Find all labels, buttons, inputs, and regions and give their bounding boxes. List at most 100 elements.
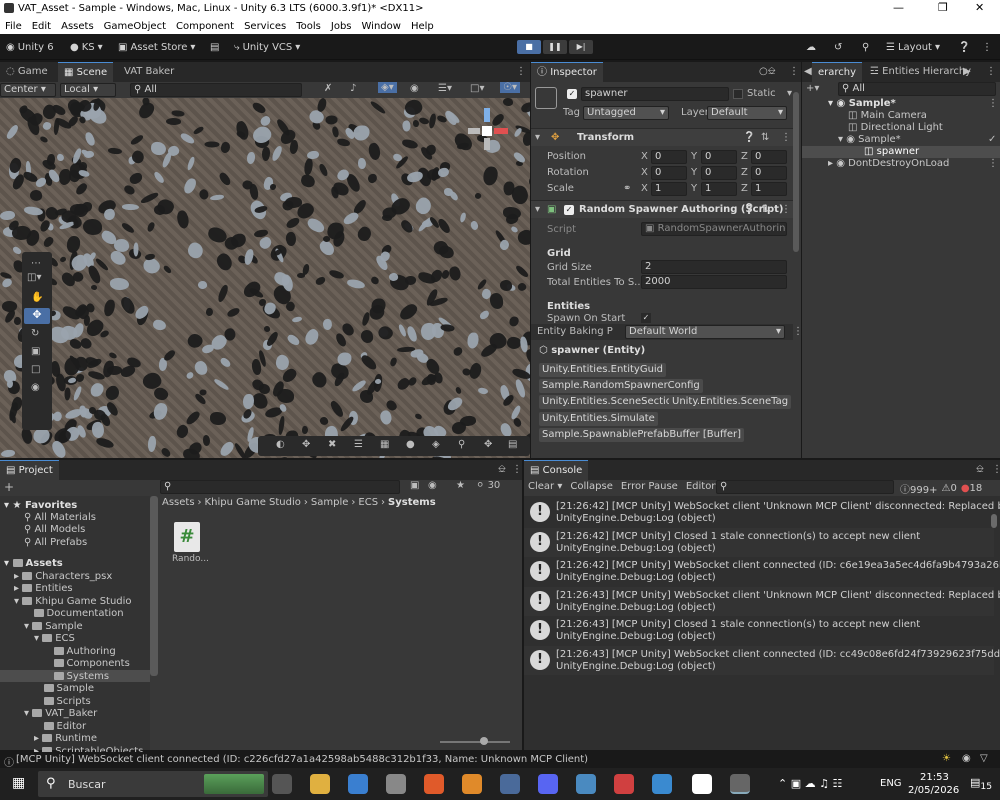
hand-tool-icon[interactable]: ✋ (31, 292, 43, 303)
asset-folder-item[interactable]: Documentation (24, 608, 124, 619)
clear-button[interactable]: Clear ▾ (528, 481, 562, 492)
scene-item-sample[interactable]: ▾ ◉ Sample* (828, 98, 896, 109)
inspector-scrollbar[interactable] (793, 92, 799, 252)
fav-all-materials[interactable]: ⚲ All Materials (24, 512, 96, 523)
console-log-entry[interactable]: ! [21:26:42] [MCP Unity] WebSocket client… (524, 498, 1000, 527)
collab-icon[interactable]: ▽ (980, 753, 988, 764)
entity-component-tag[interactable]: Unity.Entities.Simulate (539, 412, 658, 426)
menu-assets[interactable]: Assets (61, 21, 94, 32)
script-component-header[interactable]: ▾ ▣ ✓ Random Spawner Authoring (Script) … (531, 200, 793, 218)
script-field[interactable]: ▣ RandomSpawnerAuthoring (641, 222, 787, 236)
task-view-icon[interactable] (272, 774, 292, 794)
add-icon[interactable]: +▾ (806, 83, 819, 94)
align-icon[interactable]: ☰ (354, 439, 363, 450)
console-search-input[interactable]: ⚲ (716, 480, 894, 494)
menu-file[interactable]: File (5, 21, 22, 32)
entity-component-tag[interactable]: Unity.Entities.EntityGuid (539, 363, 667, 377)
view-options-icon[interactable]: ⋯ (31, 258, 41, 269)
transform-tool-icon[interactable]: ◉ (31, 382, 40, 393)
cloud-icon[interactable]: ☁ (806, 39, 816, 55)
asset-folder-item[interactable]: ▸ Runtime (34, 733, 97, 744)
taskbar-search-box[interactable]: ⚲ Buscar (38, 771, 268, 797)
history-icon[interactable]: ↺ (834, 39, 842, 55)
menu-edit[interactable]: Edit (32, 21, 51, 32)
dontdestroy-menu-icon[interactable]: ⋮ (988, 158, 998, 169)
total-entities-field[interactable]: 2000 (641, 275, 787, 289)
breadcrumb-sample[interactable]: Sample (311, 497, 349, 508)
package-icon[interactable]: ▤ (210, 39, 219, 55)
lock-icon[interactable]: ○⎒ (753, 62, 782, 82)
asset-folder-item[interactable]: Editor (34, 721, 86, 732)
windows-start-icon[interactable]: ▦ (12, 775, 25, 791)
favorites-header[interactable]: ▾ ★ Favorites (4, 500, 77, 511)
transform-header[interactable]: ▾ ✥ Transform ❔ ⇅ ⋮ (531, 128, 793, 146)
subscene-check-icon[interactable]: ✓ (988, 134, 996, 145)
error-pause-button[interactable]: Error Pause (621, 481, 678, 492)
asset-folder-item[interactable]: Authoring (44, 646, 116, 657)
layer-dropdown[interactable]: Default ▾ (707, 106, 787, 120)
menu-jobs[interactable]: Jobs (331, 21, 352, 32)
tab-project[interactable]: ▤ Project (0, 460, 59, 480)
cube-icon[interactable]: ◫▾ (27, 272, 41, 283)
brave-icon[interactable] (424, 774, 444, 794)
gizmos-icon[interactable]: ☉▾ (500, 82, 520, 93)
transform-scale-x-field[interactable]: 1 (651, 182, 687, 196)
component-menu-icon[interactable]: ⋮ (781, 132, 791, 143)
asset-folder-item[interactable]: Components (44, 658, 130, 669)
step-button[interactable]: ▶| (569, 40, 593, 54)
entity-component-tag[interactable]: Sample.RandomSpawnerConfig (539, 379, 703, 393)
search-icon[interactable]: ⚲ (862, 39, 869, 55)
asset-folder-item[interactable]: ▸ Characters_psx (14, 571, 112, 582)
move-tool-icon[interactable]: ✥ (24, 308, 50, 324)
tab-game[interactable]: ◌ Game (0, 62, 54, 82)
snap-icon[interactable]: ◐ (276, 439, 285, 450)
transform-rotation-y-field[interactable]: 0 (701, 166, 737, 180)
error-count[interactable]: ●18 (961, 483, 982, 494)
lighting-icon[interactable]: ☀ (942, 753, 951, 764)
component-menu-icon[interactable]: ⋮ (781, 204, 791, 215)
draw-mode-icon[interactable]: ◈▾ (378, 82, 397, 93)
close-icon[interactable]: ✕ (975, 1, 984, 14)
hierarchy-item-dontdestroyonload[interactable]: ▸ ◉ DontDestroyOnLoad (828, 158, 949, 169)
account-button[interactable]: ● KS ▾ (70, 39, 103, 55)
asset-folder-item[interactable]: ▸ Entities (14, 583, 73, 594)
preset-icon[interactable]: ⇅ (761, 204, 769, 215)
console-log-entry[interactable]: ! [21:26:42] [MCP Unity] WebSocket client… (524, 557, 1000, 586)
zoom-slider-thumb[interactable] (480, 737, 488, 745)
file-explorer-icon[interactable] (310, 774, 330, 794)
bone-icon[interactable]: ✖ (328, 439, 336, 450)
static-dropdown-icon[interactable]: ▾ (787, 88, 792, 99)
clock-time[interactable]: 21:53 (920, 772, 949, 783)
menu-help[interactable]: Help (411, 21, 434, 32)
hierarchy-search-input[interactable]: ⚲ All (838, 82, 996, 96)
hierarchy-icon[interactable]: ▦ (380, 439, 389, 450)
unity-editor-task-icon[interactable] (730, 774, 750, 794)
pan-icon[interactable]: ✥ (484, 439, 492, 450)
entity-component-tag[interactable]: Sample.SpawnablePrefabBuffer [Buffer] (539, 428, 744, 442)
panel-menu-icon[interactable]: ⋮ (986, 460, 1000, 480)
hidden-count[interactable]: ⚪ 30 (476, 480, 500, 491)
constrain-proportions-icon[interactable]: ⚭ (623, 183, 631, 194)
breadcrumb-ecs[interactable]: ECS (358, 497, 378, 508)
console-log-entry[interactable]: ! [21:26:43] [MCP Unity] Closed 1 stale c… (524, 616, 994, 645)
tray-icons[interactable]: ⌃ ▣ ☁ ♫ ☷ (778, 777, 842, 790)
menu-gameobject[interactable]: GameObject (104, 21, 166, 32)
browser-icon[interactable] (576, 774, 596, 794)
more-icon[interactable]: ⋮ (982, 39, 992, 55)
asset-folder-item[interactable]: ▾ Assets (4, 558, 63, 569)
console-log-entry[interactable]: ! [21:26:43] [MCP Unity] WebSocket client… (524, 645, 1000, 675)
spawn-on-start-checkbox[interactable]: ✓ (641, 313, 651, 323)
play-button[interactable]: ■ (517, 40, 541, 54)
transform-rotation-x-field[interactable]: 0 (651, 166, 687, 180)
scene-viewport[interactable]: ⋯ ◫▾ ✋ ✥ ↻ ▣ □ ◉ ◐ ✥ ✖ ☰ ▦ ● ◈ ⚲ ✥ ▤ (0, 98, 530, 458)
rect-tool-icon[interactable]: □ (31, 364, 40, 375)
asset-folder-item[interactable]: ▾ VAT_Baker (24, 708, 97, 719)
language-indicator[interactable]: ENG (880, 778, 902, 789)
rotate-tool-icon[interactable]: ↻ (31, 328, 39, 339)
transform-rotation-z-field[interactable]: 0 (751, 166, 787, 180)
menu-tools[interactable]: Tools (296, 21, 321, 32)
audio-icon[interactable]: ♪ (350, 83, 356, 94)
console-log-entry[interactable]: ! [21:26:42] [MCP Unity] Closed 1 stale c… (524, 527, 994, 557)
breadcrumb-assets[interactable]: Assets (162, 497, 195, 508)
tab-hierarchy[interactable]: erarchy (812, 62, 863, 82)
